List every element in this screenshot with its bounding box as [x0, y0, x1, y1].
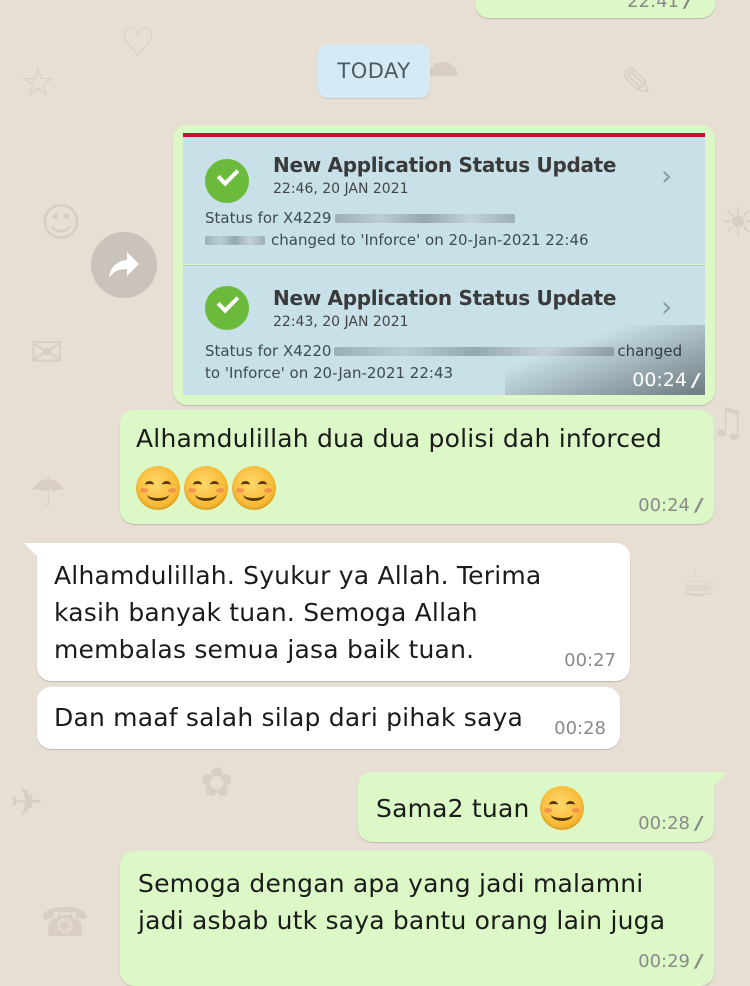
message-text-line: membalas semua jasa baik tuan.	[54, 635, 475, 664]
smiling-face-emoji	[539, 786, 584, 830]
forward-button[interactable]	[91, 232, 157, 298]
date-separator-label: TODAY	[337, 59, 411, 83]
notification-body: Status for X4229	[205, 207, 516, 229]
smiling-face-emoji	[136, 466, 180, 510]
message-time: 00:24 //	[638, 495, 703, 516]
incoming-message-bubble[interactable]: Dan maaf salah silap dari pihak saya 00:…	[37, 687, 620, 749]
chevron-right-icon: ›	[661, 159, 673, 192]
notification-timestamp: 22:46, 20 JAN 2021	[273, 181, 409, 197]
status-notification-card[interactable]: New Application Status Update 22:43, 20 …	[183, 266, 705, 395]
message-text-line: jadi asbab utk saya bantu orang lain jug…	[138, 906, 666, 935]
previous-message-bubble[interactable]: 22:41 //	[475, 0, 715, 18]
notification-body-line2: changed to 'Inforce' on 20-Jan-2021 22:4…	[205, 229, 589, 251]
emoji-row	[136, 466, 276, 510]
date-separator-chip: TODAY	[318, 44, 430, 98]
message-time: 00:29 //	[638, 951, 703, 972]
notification-body-line2: to 'Inforce' on 20-Jan-2021 22:43	[205, 364, 454, 382]
forwarded-image-bubble[interactable]: New Application Status Update 22:46, 20 …	[173, 125, 715, 405]
image-time: 00:24 //	[632, 369, 700, 391]
smiling-face-emoji	[184, 466, 228, 510]
message-text: Alhamdulillah dua dua polisi dah inforce…	[136, 424, 662, 453]
message-time: 22:41 //	[627, 0, 692, 12]
chevron-right-icon: ›	[661, 290, 673, 323]
outgoing-message-bubble[interactable]: Semoga dengan apa yang jadi malamni jadi…	[120, 851, 714, 986]
outgoing-message-bubble[interactable]: Alhamdulillah dua dua polisi dah inforce…	[120, 410, 714, 524]
bubble-tail	[24, 543, 38, 557]
message-time: 00:27	[564, 650, 616, 671]
checkmark-circle-icon	[205, 159, 249, 203]
forward-arrow-icon	[109, 252, 139, 278]
outgoing-message-bubble[interactable]: Sama2 tuan 00:28 //	[358, 772, 714, 842]
message-text: Sama2 tuan	[376, 786, 584, 830]
notification-title: New Application Status Update	[273, 153, 617, 177]
message-text-line: Semoga dengan apa yang jadi malamni	[138, 869, 644, 898]
message-text-line: kasih banyak tuan. Semoga Allah	[54, 598, 478, 627]
message-time: 00:28 //	[638, 813, 703, 834]
bubble-tail	[714, 772, 728, 786]
notification-title: New Application Status Update	[273, 286, 617, 310]
notification-timestamp: 22:43, 20 JAN 2021	[273, 314, 409, 330]
message-time: 00:28	[554, 718, 606, 739]
message-text-line: Alhamdulillah. Syukur ya Allah. Terima	[54, 561, 542, 590]
smiling-face-emoji	[232, 466, 276, 510]
message-text: Dan maaf salah silap dari pihak saya	[54, 703, 523, 732]
incoming-message-bubble[interactable]: Alhamdulillah. Syukur ya Allah. Terima k…	[37, 543, 630, 681]
status-notification-card[interactable]: New Application Status Update 22:46, 20 …	[183, 137, 705, 264]
checkmark-circle-icon	[205, 286, 249, 330]
